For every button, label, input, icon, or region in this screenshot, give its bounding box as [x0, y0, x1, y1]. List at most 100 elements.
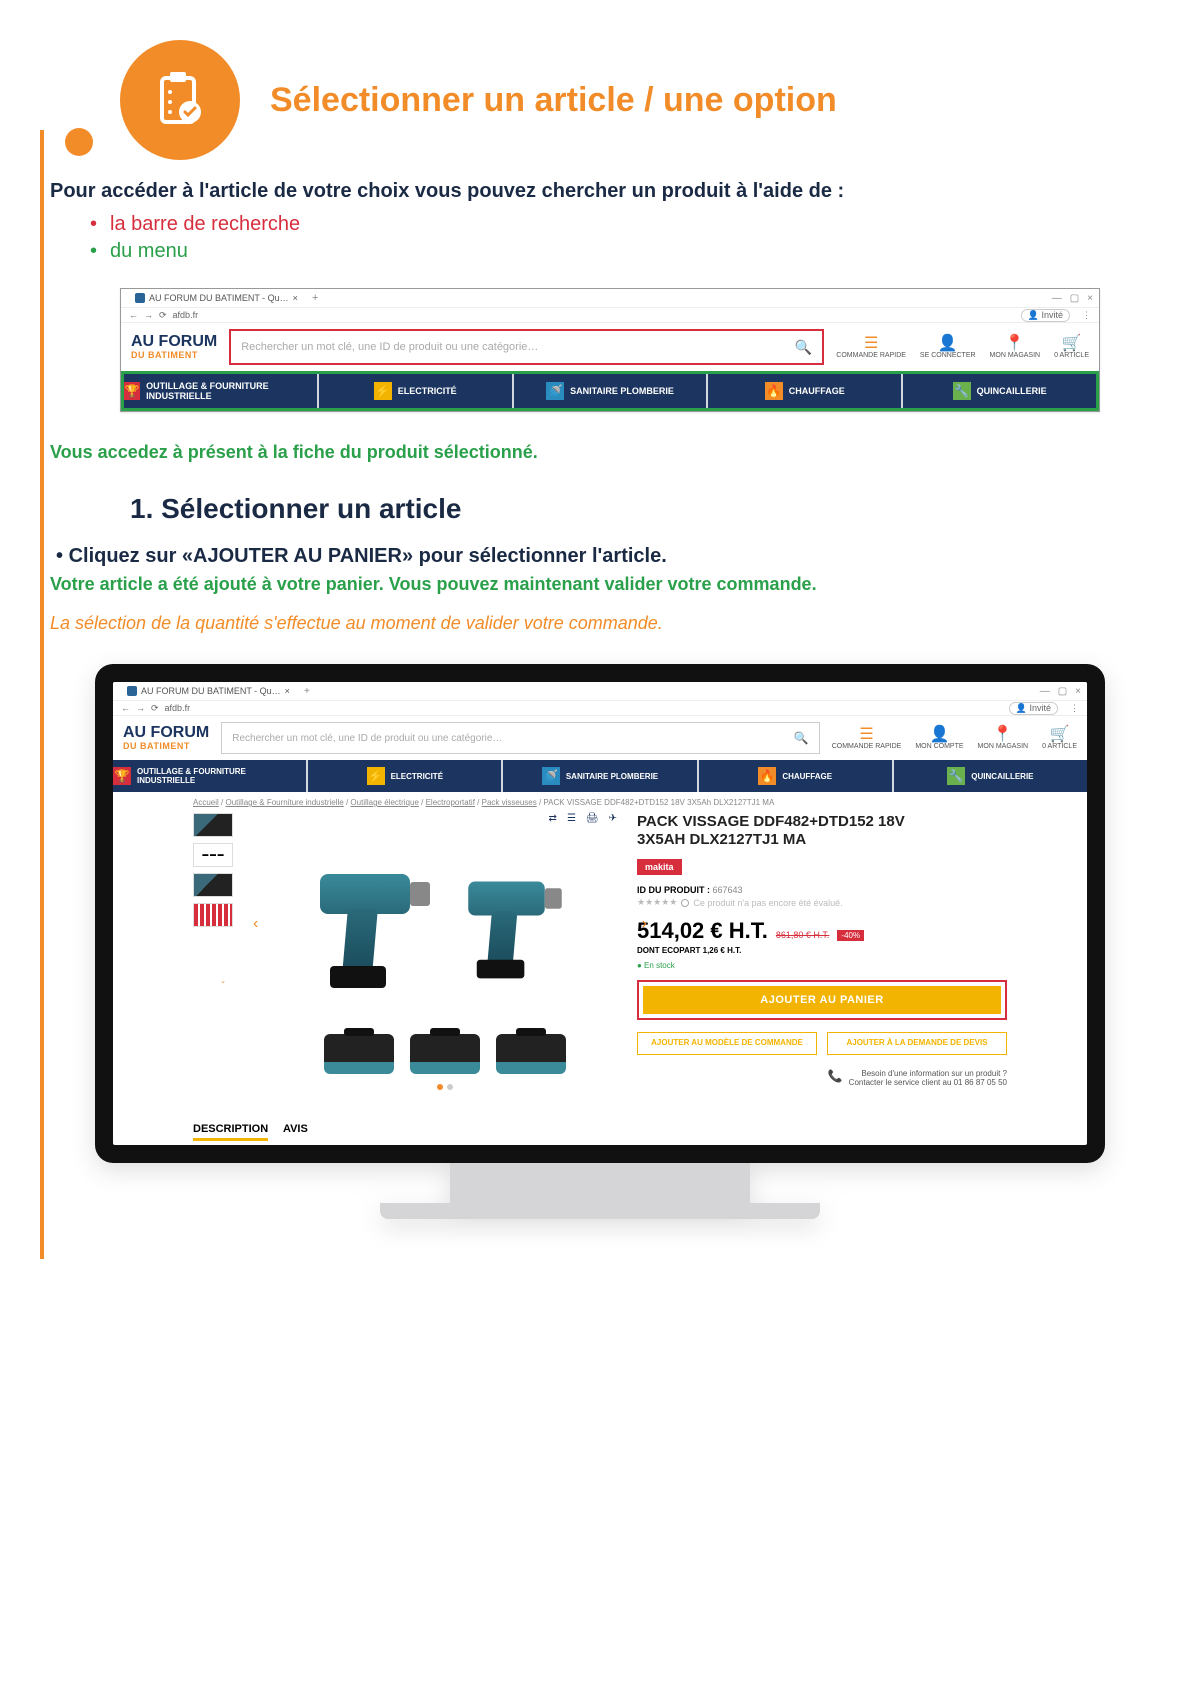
quantity-note: La sélection de la quantité s'effectue a… — [50, 613, 1150, 634]
access-note: Vous accedez à présent à la fiche du pro… — [50, 442, 1150, 463]
add-to-cart-highlight: AJOUTER AU PANIER — [637, 980, 1007, 1020]
battery-image — [496, 1034, 566, 1074]
favicon-icon — [127, 686, 137, 696]
carousel-next-icon[interactable]: › — [642, 915, 647, 933]
chevron-down-icon[interactable]: ⌄ — [193, 977, 253, 985]
menu-quincaillerie[interactable]: 🔧QUINCAILLERIE — [894, 760, 1087, 792]
thumbnail[interactable]: ▬ ▬ ▬ — [193, 843, 233, 867]
drill-illustration — [460, 865, 571, 984]
compare-icon[interactable]: ⇄ — [549, 813, 557, 824]
cart-link[interactable]: 🛒0 ARTICLE — [1054, 336, 1089, 359]
store-link[interactable]: 📍MON MAGASIN — [978, 727, 1029, 750]
carousel-dots[interactable] — [273, 1082, 617, 1093]
list-icon: ☰ — [859, 727, 873, 743]
user-icon: 👤 — [1028, 310, 1039, 320]
site-logo: AU FORUM DU BATIMENT — [123, 725, 209, 751]
quick-order-link[interactable]: ☰COMMANDE RAPIDE — [832, 727, 902, 750]
window-close-icon: × — [1087, 293, 1093, 304]
search-placeholder: Rechercher un mot clé, une ID de produit… — [241, 341, 538, 353]
tab-description[interactable]: DESCRIPTION — [193, 1123, 268, 1141]
search-icon[interactable]: 🔍 — [794, 731, 809, 745]
user-icon: 👤 — [938, 336, 958, 352]
nav-back-icon: ← — [129, 310, 138, 320]
monitor-stand — [450, 1163, 750, 1203]
flame-icon: 🔥 — [758, 767, 776, 785]
menu-sanitaire[interactable]: 🚿SANITAIRE PLOMBERIE — [514, 374, 709, 408]
search-input[interactable]: Rechercher un mot clé, une ID de produit… — [221, 722, 819, 754]
account-link[interactable]: 👤MON COMPTE — [915, 727, 963, 750]
crumb-cat3[interactable]: Electroportatif — [426, 798, 475, 807]
breadcrumb: Accueil / Outillage & Fourniture industr… — [113, 792, 1087, 813]
nav-reload-icon: ⟳ — [159, 310, 167, 321]
menu-chauffage[interactable]: 🔥CHAUFFAGE — [708, 374, 903, 408]
nav-fwd-icon: → — [136, 703, 145, 713]
search-input[interactable]: Rechercher un mot clé, une ID de produit… — [229, 329, 824, 365]
pin-icon: 📍 — [1005, 336, 1025, 352]
intro-item-menu: du menu — [90, 240, 1150, 263]
store-link[interactable]: 📍MON MAGASIN — [990, 336, 1041, 359]
tab-reviews[interactable]: AVIS — [283, 1123, 308, 1135]
nav-reload-icon: ⟳ — [151, 703, 159, 714]
quick-order-link[interactable]: ☰COMMANDE RAPIDE — [836, 336, 906, 359]
crumb-cat4[interactable]: Pack visseuses — [482, 798, 537, 807]
site-logo: AU FORUM DU BATIMENT — [131, 334, 217, 360]
thumbnail[interactable] — [193, 873, 233, 897]
water-icon: 🚿 — [546, 382, 564, 400]
window-max-icon: ▢ — [1070, 293, 1079, 304]
trophy-icon: 🏆 — [124, 382, 140, 400]
product-title: PACK VISSAGE DDF482+DTD152 18V 3X5AH DLX… — [637, 813, 1007, 849]
added-note: Votre article a été ajouté à votre panie… — [50, 574, 1150, 595]
tab-close-icon: × — [293, 293, 298, 303]
user-icon: 👤 — [929, 727, 949, 743]
profile-pill: 👤 Invité — [1021, 309, 1070, 322]
list-view-icon[interactable]: ☰ — [567, 813, 576, 824]
crumb-home[interactable]: Accueil — [193, 798, 219, 807]
carousel-prev-icon[interactable]: ‹ — [253, 915, 258, 933]
browser-tab: AU FORUM DU BATIMENT - Qu… × — [127, 291, 306, 305]
user-icon: 👤 — [1016, 703, 1027, 713]
menu-chauffage[interactable]: 🔥CHAUFFAGE — [699, 760, 894, 792]
contact-info: 📞 Besoin d'une information sur un produi… — [637, 1069, 1007, 1087]
phone-icon: 📞 — [828, 1069, 843, 1083]
left-orange-rule — [40, 130, 44, 1259]
menu-quincaillerie[interactable]: 🔧QUINCAILLERIE — [903, 374, 1096, 408]
profile-pill: 👤 Invité — [1009, 702, 1058, 715]
search-icon[interactable]: 🔍 — [795, 339, 812, 356]
water-icon: 🚿 — [542, 767, 560, 785]
section-icon — [120, 40, 240, 160]
add-to-cart-button[interactable]: AJOUTER AU PANIER — [643, 986, 1001, 1014]
menu-outillage[interactable]: 🏆OUTILLAGE & FOURNITURE INDUSTRIELLE — [124, 374, 319, 408]
thumbnail[interactable] — [193, 903, 233, 927]
battery-image — [410, 1034, 480, 1074]
cart-link[interactable]: 🛒0 ARTICLE — [1042, 727, 1077, 750]
discount-badge: -40% — [837, 930, 864, 941]
menu-electricite[interactable]: ⚡ELECTRICITÉ — [308, 760, 503, 792]
share-icon[interactable]: ✈ — [609, 813, 617, 824]
bolt-icon: ⚡ — [367, 767, 385, 785]
price-old: 861,80 € H.T. — [776, 930, 830, 940]
new-tab-icon: + — [304, 686, 310, 697]
thumbnail[interactable] — [193, 813, 233, 837]
window-close-icon: × — [1075, 686, 1081, 697]
intro-item-search: la barre de recherche — [90, 213, 1150, 236]
print-icon[interactable]: 🖨 — [586, 813, 599, 824]
intro-text: Pour accéder à l'article de votre choix … — [50, 180, 1150, 203]
window-min-icon: — — [1040, 686, 1050, 697]
menu-sanitaire[interactable]: 🚿SANITAIRE PLOMBERIE — [503, 760, 698, 792]
step-heading: 1. Sélectionner un article — [130, 493, 1150, 525]
list-icon: ☰ — [864, 336, 878, 352]
monitor-base — [380, 1203, 820, 1219]
add-to-model-button[interactable]: AJOUTER AU MODÈLE DE COMMANDE — [637, 1032, 817, 1055]
account-link[interactable]: 👤SE CONNECTER — [920, 336, 976, 359]
drill-illustration — [310, 854, 440, 994]
browser-tab: AU FORUM DU BATIMENT - Qu… × — [119, 684, 298, 698]
menu-outillage[interactable]: 🏆OUTILLAGE & FOURNITURE INDUSTRIELLE — [113, 760, 308, 792]
main-menu: 🏆OUTILLAGE & FOURNITURE INDUSTRIELLE ⚡EL… — [121, 371, 1099, 411]
browser-menu-icon: ⋮ — [1082, 310, 1091, 321]
stock-status: ● En stock — [637, 961, 1007, 970]
window-max-icon: ▢ — [1058, 686, 1067, 697]
crumb-cat1[interactable]: Outillage & Fourniture industrielle — [225, 798, 343, 807]
crumb-cat2[interactable]: Outillage électrique — [350, 798, 418, 807]
add-to-quote-button[interactable]: AJOUTER À LA DEMANDE DE DEVIS — [827, 1032, 1007, 1055]
menu-electricite[interactable]: ⚡ELECTRICITÉ — [319, 374, 514, 408]
